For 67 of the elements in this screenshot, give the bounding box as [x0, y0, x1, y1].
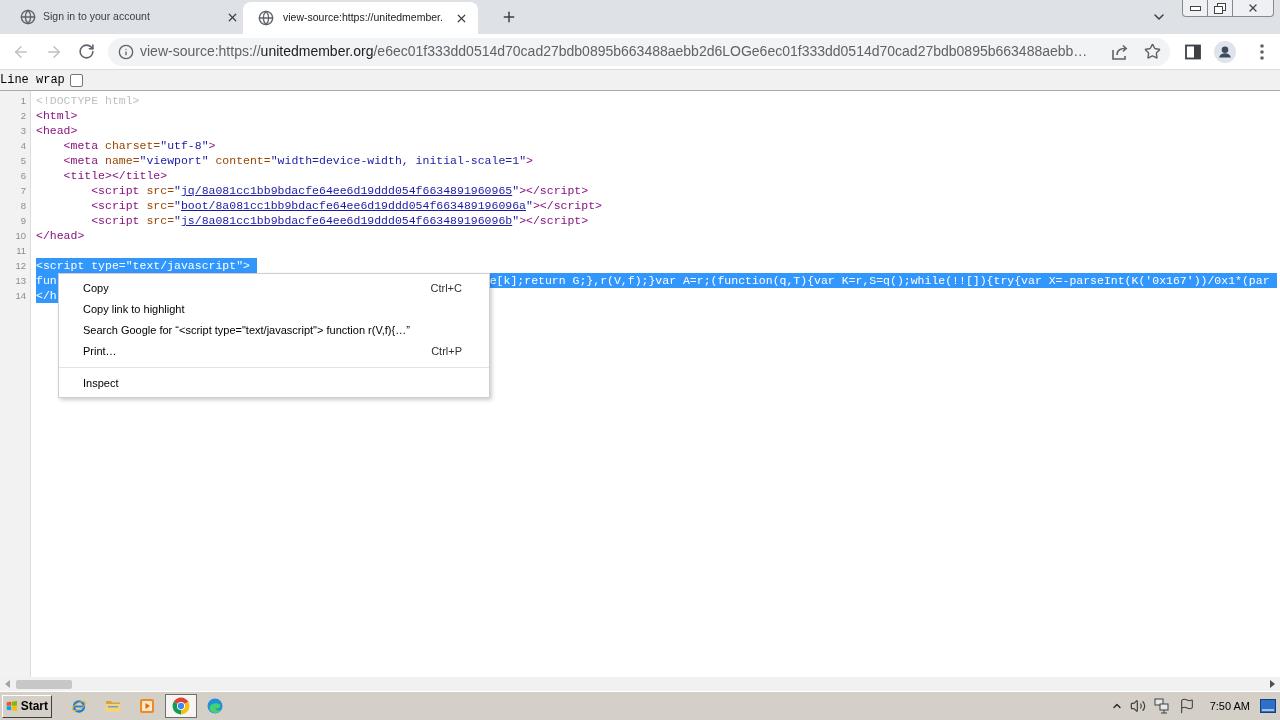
share-icon [1111, 42, 1129, 61]
scroll-right-icon[interactable] [1270, 680, 1275, 688]
code-line: <script src="js/8a081cc1bb9bdacfe64ee6d19ddd054f663489196096b"></script> [90, 213, 589, 228]
source-link[interactable]: jq/8a081cc1bb9bdacfe64ee6d19ddd054f6634891960965 [180, 184, 513, 197]
line-number: 14 [15, 289, 26, 303]
code-line: <script src="boot/8a081cc1bb9bdacfe64ee6d19ddd054f663489196096a"></script> [90, 198, 602, 213]
clock-text: 7:50 AM [1209, 698, 1250, 714]
browser-tab[interactable]: view-source:https://unitedmember. [243, 2, 478, 34]
speaker-icon[interactable] [1129, 698, 1146, 714]
folder-icon [105, 698, 121, 714]
line-wrap-label: Line wrap [0, 72, 65, 89]
line-number: 2 [20, 109, 26, 123]
e-logo-icon [71, 698, 87, 714]
flag-icon[interactable] [1178, 698, 1195, 714]
start-flag-icon [6, 698, 18, 714]
side-panel-icon [1185, 43, 1201, 60]
line-number: 7 [20, 184, 26, 198]
menu-icon [1260, 43, 1264, 60]
new-tab-button[interactable] [501, 9, 517, 25]
line-wrap-checkbox[interactable] [69, 73, 83, 87]
line-number: 3 [20, 124, 26, 138]
line-number: 4 [20, 139, 26, 153]
line-number: 13 [15, 274, 26, 288]
globe-icon [258, 10, 274, 26]
line-number: 1 [20, 94, 26, 108]
restore-icon [1214, 2, 1226, 14]
context-menu-item[interactable]: Inspect [59, 373, 489, 394]
line-number: 9 [20, 214, 26, 228]
code-line: <meta name="viewport" content="width=device-width, initial-scale=1"> [62, 153, 533, 168]
info-icon [118, 43, 134, 60]
globe-icon [20, 9, 36, 25]
code-line: <!DOCTYPE html> [36, 93, 140, 108]
avatar-icon [1214, 40, 1236, 63]
browser-tab[interactable]: Sign in to your account [0, 0, 243, 34]
code-line: <html> [36, 108, 78, 123]
line-number: 6 [20, 169, 26, 183]
line-number: 8 [20, 199, 26, 213]
line-number: 5 [20, 154, 26, 168]
reload-icon [77, 43, 95, 60]
bookmark-button[interactable] [1142, 41, 1162, 62]
plus-icon [501, 9, 517, 25]
star-icon [1143, 43, 1161, 60]
line-number: 12 [15, 259, 26, 273]
code-line: </head> [36, 228, 85, 243]
horizontal-scrollbar[interactable] [0, 677, 1280, 691]
start-button[interactable]: Start [2, 694, 52, 718]
source-link[interactable]: boot/8a081cc1bb9bdacfe64ee6d19ddd054f663489196096a [180, 199, 526, 212]
close-icon [1247, 2, 1259, 14]
code-line: <title></title> [62, 168, 168, 183]
line-number: 10 [15, 229, 26, 243]
code-line: <script src="jq/8a081cc1bb9bdacfe64ee6d19ddd054f6634891960965"></script> [90, 183, 589, 198]
context-menu-item[interactable]: Print… Ctrl+P [59, 341, 489, 362]
edge-icon [207, 698, 223, 714]
scrollbar-thumb[interactable] [16, 679, 72, 689]
address-bar[interactable]: view-source:https://unitedmember.org/e6ec01f333dd0514d70cad27bdb0895b663488aebb2d6LOGe6ec01f333dd0514d70cad27bdb0895b663488aebb… [108, 37, 1170, 66]
context-menu-item[interactable]: Search Google for “<script type="text/javascript"> function r(V,f){…” [59, 320, 489, 341]
minimize-icon [1189, 5, 1201, 11]
play-tile-icon [139, 698, 155, 714]
code-line: <head> [36, 123, 78, 138]
line-number: 11 [16, 244, 26, 258]
code-line: <meta charset="utf-8"> [62, 138, 216, 153]
chrome-icon [172, 697, 190, 715]
taskbar-app-button[interactable] [165, 694, 197, 718]
network-icon[interactable] [1153, 698, 1170, 714]
url-text: view-source:https://unitedmember.org/e6ec01f333dd0514d70cad27bdb0895b663488aebb2d6LOGe6ec01f333dd0514d70cad27bdb0895b663488aebb… [140, 42, 1088, 61]
show-desktop-icon[interactable] [1260, 699, 1276, 713]
source-link[interactable]: js/8a081cc1bb9bdacfe64ee6d19ddd054f663489196096b [180, 214, 513, 227]
